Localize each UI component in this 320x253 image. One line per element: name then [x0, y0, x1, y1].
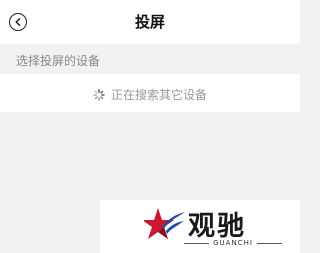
searching-status: 正在搜索其它设备	[93, 86, 207, 103]
device-section-label: 选择投屏的设备	[16, 54, 101, 68]
device-list-panel: 正在搜索其它设备	[0, 74, 300, 112]
divider-line	[184, 242, 210, 244]
brand-name-en-row: GUANCHI	[184, 238, 283, 248]
page-title: 投屏	[134, 13, 165, 31]
divider-line	[256, 242, 283, 244]
star-logo-icon	[144, 208, 185, 239]
header-bar: 投屏	[0, 0, 300, 44]
brand-name-en: GUANCHI	[213, 239, 253, 247]
watermark-logo: 观驰 GUANCHI	[100, 200, 300, 253]
loading-spinner-icon	[93, 88, 105, 101]
searching-text: 正在搜索其它设备	[111, 88, 208, 102]
